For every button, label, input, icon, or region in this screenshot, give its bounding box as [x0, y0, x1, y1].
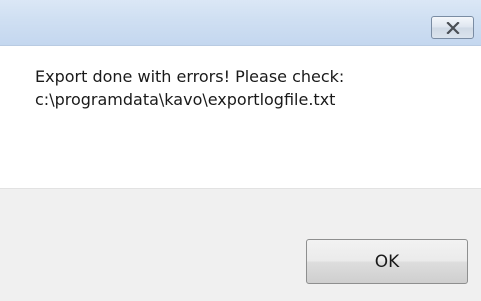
- message-text-line-2: c:\programdata\kavo\exportlogfile.txt: [35, 90, 336, 109]
- message-text-line-1: Export done with errors! Please check:: [35, 67, 345, 86]
- close-icon: [445, 21, 460, 34]
- message-dialog: Export done with errors! Please check: c…: [0, 0, 481, 301]
- title-bar: [0, 0, 481, 46]
- ok-button[interactable]: OK: [306, 239, 468, 284]
- button-bar: OK: [0, 188, 481, 301]
- close-button[interactable]: [431, 16, 474, 39]
